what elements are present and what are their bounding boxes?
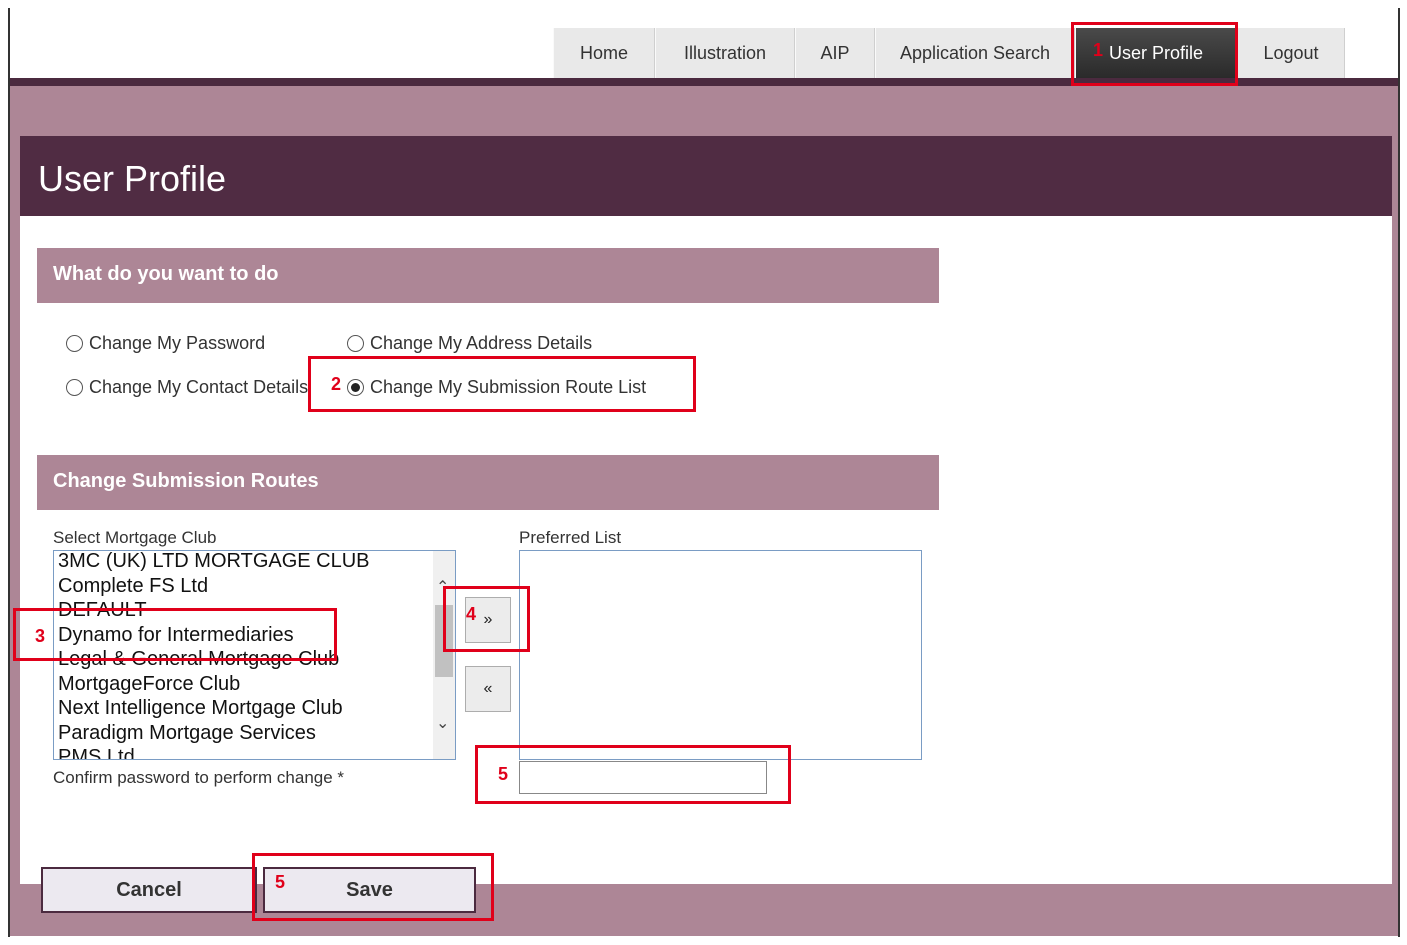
annotation-number: 5 [275, 872, 286, 892]
radio-change-contact[interactable]: Change My Contact Details [66, 377, 308, 398]
list-item[interactable]: Next Intelligence Mortgage Club [54, 696, 455, 721]
nav-tab-logout[interactable]: Logout [1237, 28, 1345, 78]
page-title: User Profile [38, 158, 227, 199]
preferred-list-label: Preferred List [519, 528, 622, 547]
radio-change-address[interactable]: Change My Address Details [347, 333, 592, 354]
annotation-box-password [475, 745, 791, 804]
confirm-password-label: Confirm password to perform change * [53, 768, 345, 787]
nav-tab-illustration[interactable]: Illustration [655, 28, 795, 78]
chevron-down-icon[interactable]: ⌄ [436, 713, 449, 733]
page-title-bar: User Profile [20, 136, 1392, 216]
radio-button[interactable] [347, 335, 364, 352]
annotation-box-dynamo [13, 608, 337, 661]
nav-tab-aip[interactable]: AIP [795, 28, 875, 78]
annotation-number: 1 [1093, 40, 1104, 60]
radio-label: Change My Contact Details [89, 377, 309, 397]
list-item[interactable]: MortgageForce Club [54, 672, 455, 697]
what-section-header: What do you want to do [37, 248, 939, 303]
radio-button[interactable] [66, 379, 83, 396]
radio-label: Change My Address Details [370, 333, 593, 353]
list-item[interactable]: Paradigm Mortgage Services [54, 721, 455, 746]
annotation-number: 3 [35, 626, 46, 646]
annotation-box-add-button [443, 586, 530, 652]
listbox-scrollbar[interactable]: ⌃ ⌄ [433, 551, 455, 759]
annotation-box-submission-route [308, 356, 696, 412]
radio-change-password[interactable]: Change My Password [66, 333, 265, 354]
annotation-box-save [252, 853, 494, 921]
radio-label: Change My Password [89, 333, 266, 353]
routes-section-header: Change Submission Routes [37, 455, 939, 510]
cancel-button[interactable]: Cancel [41, 867, 257, 913]
select-club-label: Select Mortgage Club [53, 528, 217, 547]
nav-tab-application-search[interactable]: Application Search [875, 28, 1075, 78]
list-item[interactable]: Complete FS Ltd [54, 574, 455, 599]
annotation-number: 4 [466, 604, 477, 624]
preferred-listbox[interactable] [519, 550, 922, 760]
remove-from-preferred-button[interactable]: « [465, 666, 511, 712]
annotation-number: 5 [498, 764, 509, 784]
radio-button[interactable] [66, 335, 83, 352]
list-item[interactable]: PMS Ltd [54, 745, 455, 759]
annotation-number: 2 [331, 374, 342, 394]
list-item[interactable]: 3MC (UK) LTD MORTGAGE CLUB [54, 551, 455, 574]
nav-tab-home[interactable]: Home [553, 28, 655, 78]
